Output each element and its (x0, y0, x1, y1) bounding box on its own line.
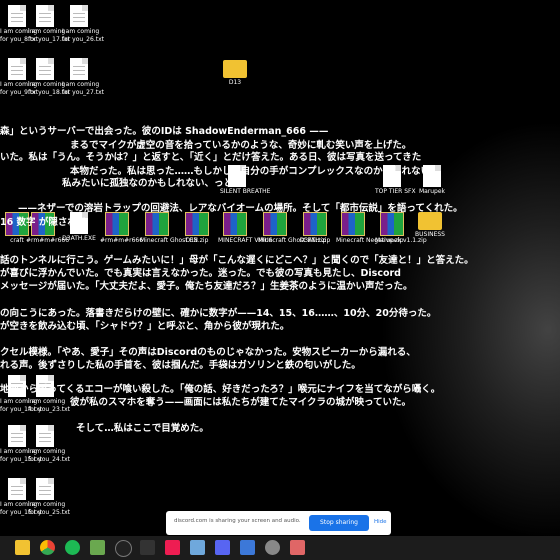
story-line: れる声。後ずさりした私の手首を、彼は掴んだ。手袋はガソリンと鉄の匂いがした。 (0, 360, 361, 371)
story-line: 話のトンネルに行こう。ゲームみたいに！」母が「こんな遅くにどこへ？」と聞くので「… (0, 255, 474, 266)
winrar-icon (341, 212, 365, 236)
file-icon[interactable]: I am coming for you_17.txt (28, 5, 70, 43)
settings-icon[interactable] (265, 540, 280, 555)
desktop: I am coming for you_8.txt I am coming fo… (0, 0, 560, 536)
text-file-icon (8, 425, 26, 447)
zip-file[interactable]: Minecraft Negative.zip (336, 212, 404, 244)
capcut-icon[interactable] (140, 540, 155, 555)
minecraft-icon[interactable] (90, 540, 105, 555)
zip-file[interactable]: D13.zip (180, 212, 214, 244)
media-icon[interactable] (240, 540, 255, 555)
story-line: いた。私は「うん。そうかは？」と返すと、「近く」とだけ答えた。ある日、彼は写真を… (0, 152, 422, 163)
winrar-icon (303, 212, 327, 236)
paint-icon[interactable] (290, 540, 305, 555)
taskbar (0, 536, 560, 560)
winrar-icon (145, 212, 169, 236)
text-file-icon (36, 58, 54, 80)
zip-file[interactable]: #rm#m#r666 (100, 212, 143, 244)
story-line: が喜びに浮かんでいた。でも真実は言えなかった。迷った。でも彼の写真も見たし、Di… (0, 268, 401, 279)
text-file-icon (8, 58, 26, 80)
zip-file[interactable]: Minecraft Ghost EN (140, 212, 198, 244)
file-icon[interactable]: I am coming for you_27.txt (62, 58, 104, 96)
story-line: 私みたいに孤独なのかもしれない、っと。 (62, 178, 243, 189)
story-line: 地面から返ってくるエコーが喰い殺した。「俺の話、好きだったろ？」喉元にナイフを当… (0, 384, 441, 395)
file-icon[interactable]: I am coming for you_26.txt (62, 5, 104, 43)
text-file-icon (70, 5, 88, 27)
text-file-icon (36, 425, 54, 447)
discord-icon[interactable] (215, 540, 230, 555)
file-explorer-icon[interactable] (15, 540, 30, 555)
tiktok-icon[interactable] (165, 540, 180, 555)
story-line: の向こうにあった。落書きだらけの壁に、確かに数字が——14、15、16……、10… (0, 308, 437, 319)
spotify-icon[interactable] (65, 540, 80, 555)
chrome-icon[interactable] (40, 540, 55, 555)
file-icon[interactable]: I am coming for you_25.txt (28, 478, 70, 516)
text-file-icon (36, 5, 54, 27)
winrar-icon (223, 212, 247, 236)
story-line: メッセージが届いた。「大丈夫だよ、愛子。俺たち友達だろ？」生姜茶のように温かい声… (0, 281, 413, 292)
share-message: discord.com is sharing your screen and a… (174, 518, 301, 524)
story-line: 彼が私のスマホを奪う——画面には私たちが建てたマイクラの城が映っていた。 (70, 397, 412, 408)
folder-icon (418, 212, 442, 230)
hide-link[interactable]: Hide (374, 519, 387, 525)
text-file-icon (70, 58, 88, 80)
story-line: ——ネザーでの溶岩トラップの回避法、レアなバイオームの場所。そして「都市伝説」を… (18, 203, 463, 214)
clock-icon[interactable] (115, 540, 132, 557)
zip-file[interactable]: Minecraft Ghost EN.zip (258, 212, 326, 244)
story-line: 16 数字 が隠されて (0, 217, 87, 228)
winrar-icon (105, 212, 129, 236)
folder-icon (223, 60, 247, 78)
app-icon[interactable] (190, 540, 205, 555)
story-line: クセル模様。「やあ、愛子」その声はDiscordのものじゃなかった。安物スピーカ… (0, 347, 416, 358)
zip-file[interactable]: Marupek v1.1.zip (375, 212, 427, 244)
zip-file[interactable]: D3ATH.zip (298, 212, 332, 244)
file-icon[interactable]: I am coming for you_24.txt (28, 425, 70, 463)
story-line: まるでマイクが虚空の音を拾っているかのような、奇妙に軋む笑い声を上げた。 (70, 140, 412, 151)
story-line: 本物だった。私は思った……もしかして自分の手がコンプレックスなのかもしれない。 (70, 166, 440, 177)
screen-share-bar: discord.com is sharing your screen and a… (166, 511, 391, 535)
stop-sharing-button[interactable]: Stop sharing (309, 515, 369, 531)
story-line: そして…私はここで目覚めた。 (76, 423, 209, 434)
file-icon[interactable]: I am coming for you_18.txt (28, 58, 70, 96)
business-folder[interactable]: BUSINESS (413, 212, 447, 238)
story-line: 森」というサーバーで出会った。彼のIDは ShadowEnderman_666 … (0, 126, 329, 137)
text-file-icon (8, 478, 26, 500)
d13-folder[interactable]: D13 (218, 60, 252, 86)
winrar-icon (380, 212, 404, 236)
text-file-icon (8, 5, 26, 27)
winrar-icon (263, 212, 287, 236)
story-line: が空きを飲み込む頃、「シャドウ？」と呼ぶと、角から彼が現れた。 (0, 321, 290, 332)
text-file-icon (36, 478, 54, 500)
winrar-icon (185, 212, 209, 236)
zip-file[interactable]: MINECRAFT VIRUS (218, 212, 273, 244)
